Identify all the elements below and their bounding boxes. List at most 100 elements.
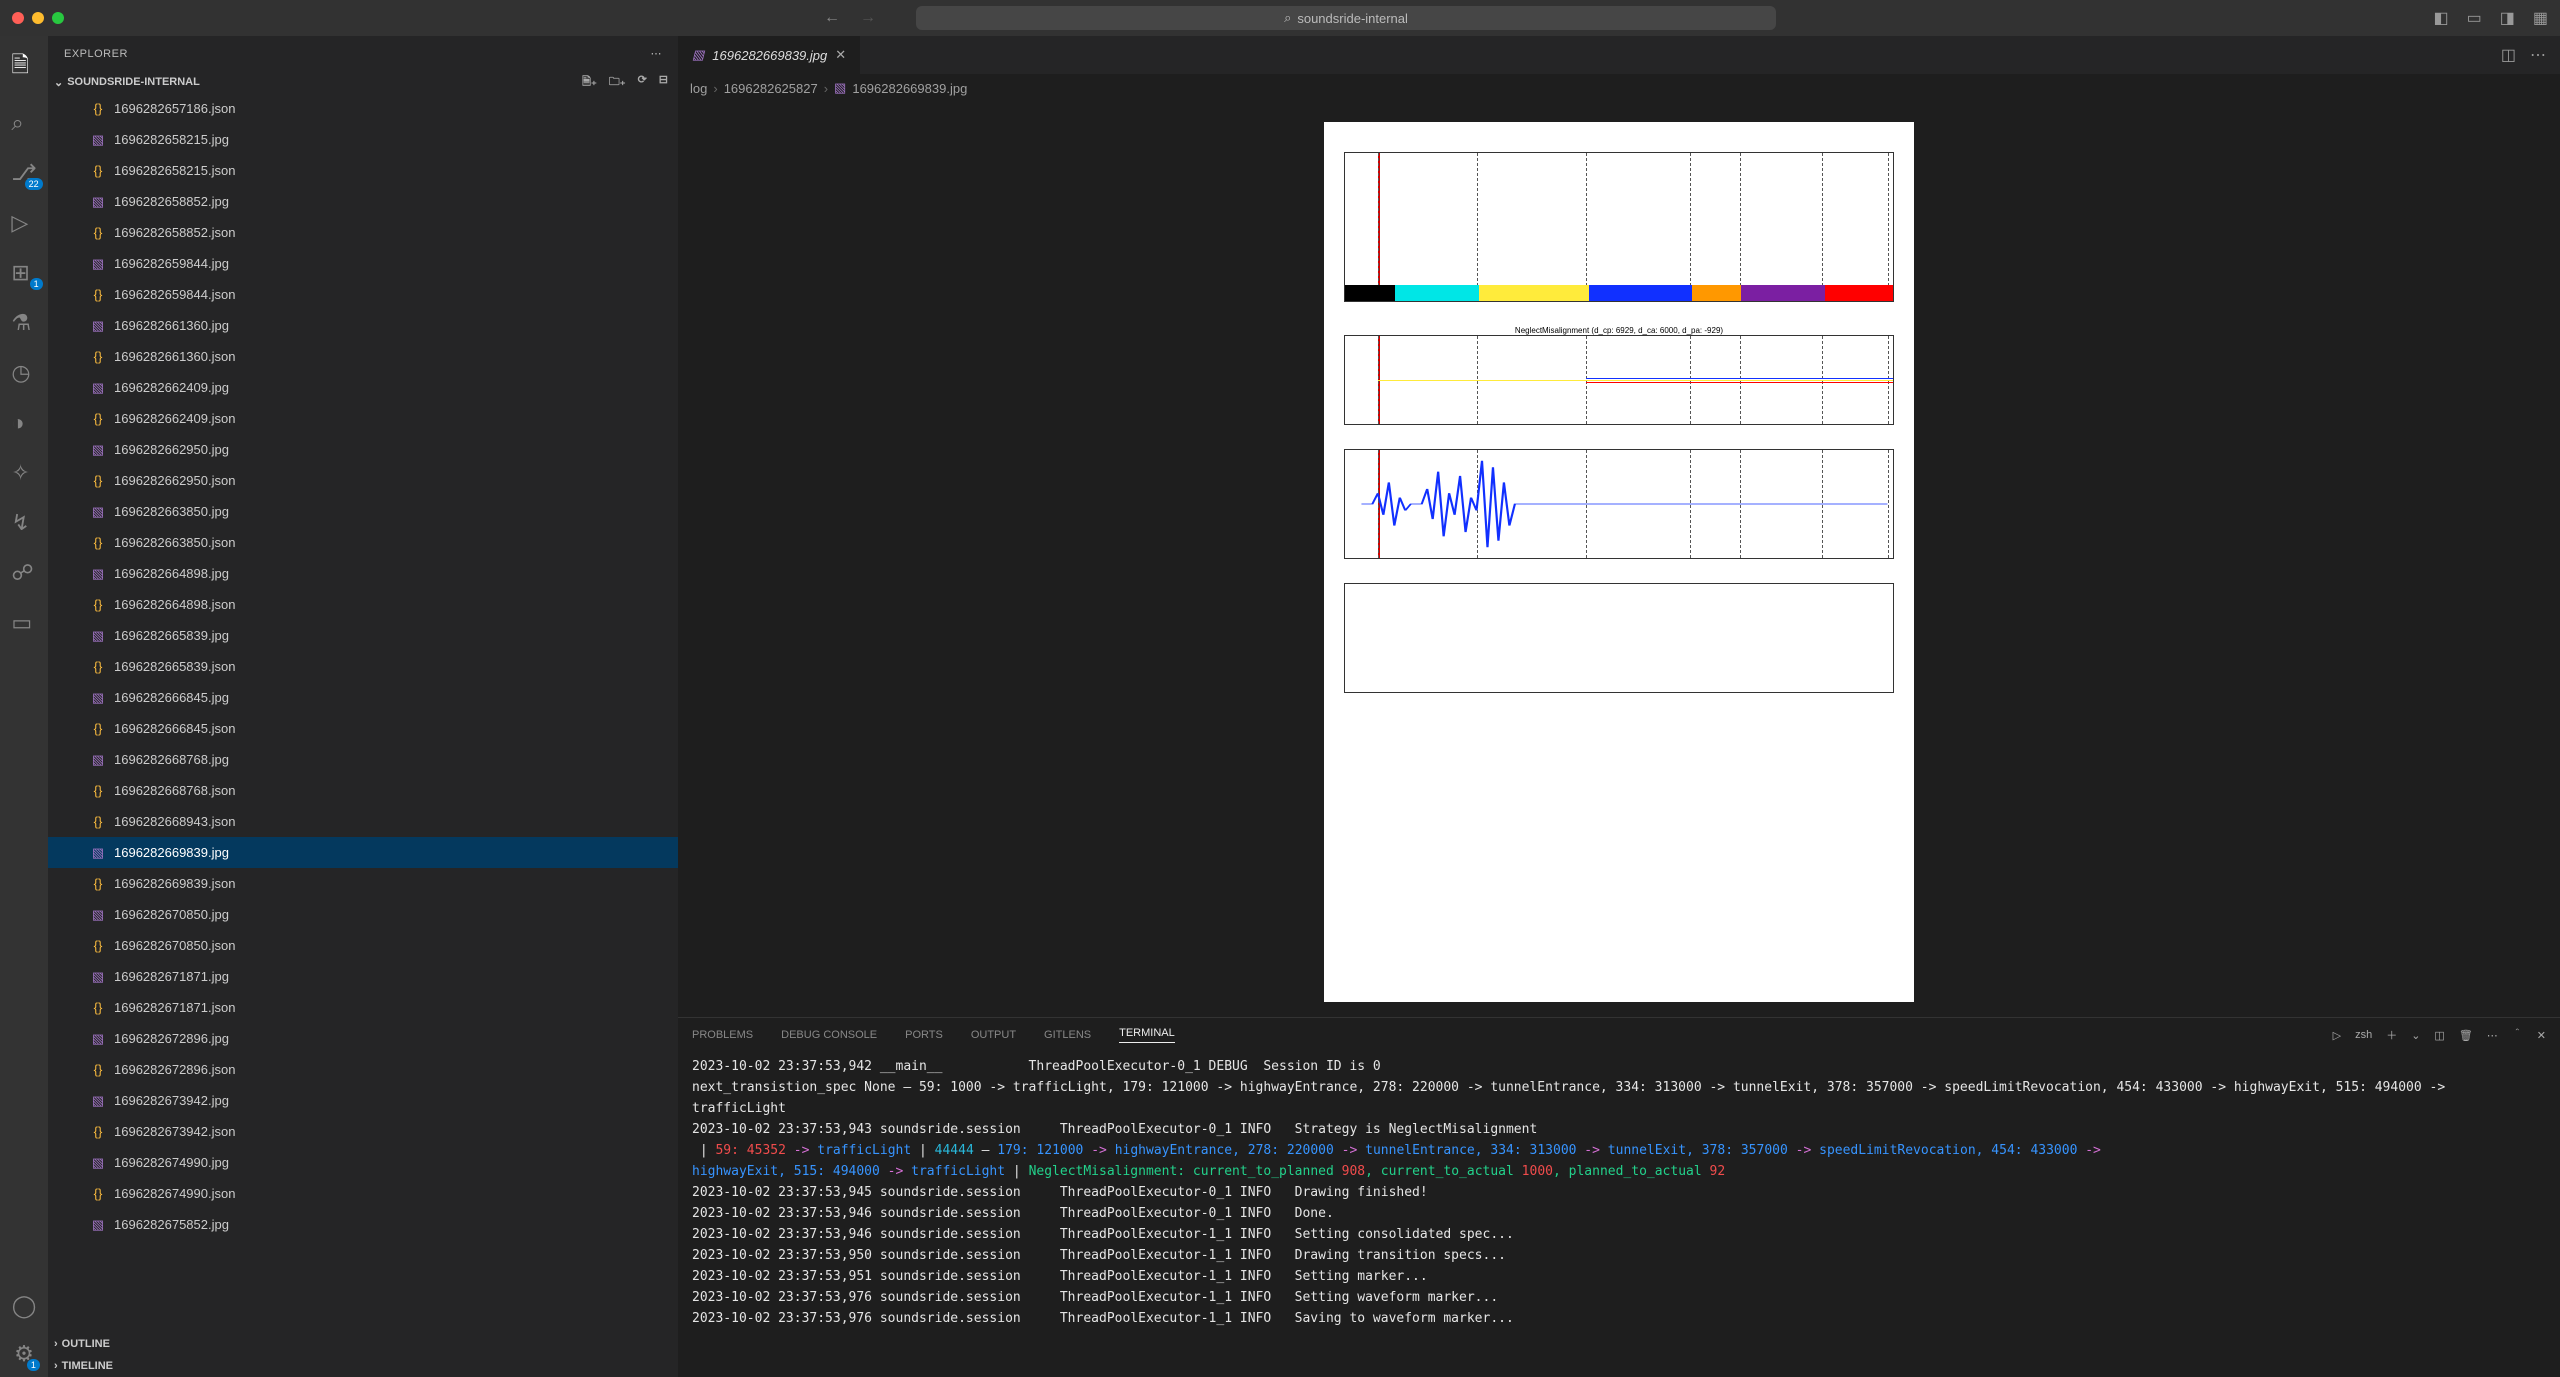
file-item[interactable]: {}1696282673942.json xyxy=(48,1116,678,1147)
file-item[interactable]: ▧1696282662950.jpg xyxy=(48,434,678,465)
panel-tab-output[interactable]: OUTPUT xyxy=(971,1029,1016,1041)
copilot-icon[interactable]: ↯ xyxy=(11,510,36,536)
file-item[interactable]: ▧1696282663850.jpg xyxy=(48,496,678,527)
collapse-all-icon[interactable]: ⊟ xyxy=(659,73,668,92)
file-item[interactable]: ▧1696282661360.jpg xyxy=(48,310,678,341)
comment-icon[interactable]: ▭ xyxy=(11,610,36,636)
outline-section[interactable]: › OUTLINE xyxy=(48,1333,678,1355)
file-item[interactable]: ▧1696282658215.jpg xyxy=(48,124,678,155)
new-file-icon[interactable]: 🗎₊ xyxy=(582,73,597,92)
file-item[interactable]: {}1696282664898.json xyxy=(48,589,678,620)
file-item[interactable]: {}1696282662409.json xyxy=(48,403,678,434)
file-item[interactable]: {}1696282663850.json xyxy=(48,527,678,558)
panel-tab-ports[interactable]: PORTS xyxy=(905,1029,943,1041)
file-item[interactable]: ▧ 1696282662409.jpg xyxy=(48,372,678,403)
file-item[interactable]: ▧1696282669839.jpg xyxy=(48,837,678,868)
file-item[interactable]: {}1696282670850.json xyxy=(48,930,678,961)
project-section-header[interactable]: ⌄ SOUNDSRIDE-INTERNAL 🗎₊ 🗀₊ ⟳ ⊟ xyxy=(48,71,678,93)
panel-tab-debug-console[interactable]: DEBUG CONSOLE xyxy=(781,1029,877,1041)
panel-tab-gitlens[interactable]: GITLENS xyxy=(1044,1029,1091,1041)
kill-terminal-icon[interactable]: 🗑 xyxy=(2459,1029,2473,1042)
chart-2-title: NeglectMisalignment (d_cp: 6929, d_ca: 6… xyxy=(1344,326,1894,335)
file-item[interactable]: ▧1696282675852.jpg xyxy=(48,1209,678,1240)
file-item[interactable]: ▧1696282666845.jpg xyxy=(48,682,678,713)
image-preview[interactable]: NeglectMisalignment (d_cp: 6929, d_ca: 6… xyxy=(678,102,2560,1017)
tab-open-file[interactable]: ▧ 1696282669839.jpg ✕ xyxy=(678,36,860,74)
file-item[interactable]: ▧1696282671871.jpg xyxy=(48,961,678,992)
chart-panel-4 xyxy=(1344,583,1894,693)
file-tree[interactable]: {}1696282657186.json▧1696282658215.jpg{}… xyxy=(48,93,678,1333)
live-share-icon[interactable]: ◑ xyxy=(11,410,36,436)
breadcrumb-part[interactable]: 1696282625827 xyxy=(724,81,818,96)
zoom-window[interactable] xyxy=(52,12,64,24)
sidebar-more-icon[interactable]: ⋯ xyxy=(651,47,663,60)
file-item[interactable]: {}1696282662950.json xyxy=(48,465,678,496)
layout-primary-icon[interactable]: ◧ xyxy=(2434,8,2449,28)
nav-forward-icon[interactable]: → xyxy=(860,9,876,27)
nav-back-icon[interactable]: ← xyxy=(824,9,840,27)
file-item[interactable]: {}1696282659844.json xyxy=(48,279,678,310)
file-item[interactable]: {}1696282668943.json xyxy=(48,806,678,837)
breadcrumb-part[interactable]: log xyxy=(690,81,707,96)
file-item[interactable]: ▧1696282670850.jpg xyxy=(48,899,678,930)
breadcrumb[interactable]: log › 1696282625827 › ▧ 1696282669839.jp… xyxy=(678,74,2560,102)
file-item[interactable]: {}1696282672896.json xyxy=(48,1054,678,1085)
file-item[interactable]: ▧1696282665839.jpg xyxy=(48,620,678,651)
more-actions-icon[interactable]: ⋯ xyxy=(2530,45,2546,65)
shell-label[interactable]: zsh xyxy=(2355,1029,2372,1041)
file-item[interactable]: ▧1696282668768.jpg xyxy=(48,744,678,775)
layout-panel-icon[interactable]: ▭ xyxy=(2467,8,2482,28)
testing-icon[interactable]: ⚗ xyxy=(11,310,36,336)
file-item[interactable]: {}1696282674990.json xyxy=(48,1178,678,1209)
panel-tab-terminal[interactable]: TERMINAL xyxy=(1119,1027,1175,1043)
refresh-icon[interactable]: ⟳ xyxy=(638,73,647,92)
source-control-icon[interactable]: ⎇22 xyxy=(11,160,36,186)
file-item[interactable]: {}1696282668768.json xyxy=(48,775,678,806)
breadcrumb-part[interactable]: 1696282669839.jpg xyxy=(852,81,967,96)
file-item[interactable]: ▧1696282672896.jpg xyxy=(48,1023,678,1054)
file-item[interactable]: ▧1696282673942.jpg xyxy=(48,1085,678,1116)
terminal-output[interactable]: 2023-10-02 23:37:53,942 __main__ ThreadP… xyxy=(678,1052,2560,1377)
maximize-panel-icon[interactable]: ＾ xyxy=(2512,1027,2523,1043)
terminal-launch-icon[interactable]: ▷ xyxy=(2333,1029,2341,1042)
split-terminal-icon[interactable]: ◫ xyxy=(2434,1029,2444,1042)
settings-icon[interactable]: ⚙1 xyxy=(14,1341,34,1367)
file-item[interactable]: ▧1696282659844.jpg xyxy=(48,248,678,279)
close-tab-icon[interactable]: ✕ xyxy=(835,47,846,63)
file-item[interactable]: {}1696282669839.json xyxy=(48,868,678,899)
minimize-window[interactable] xyxy=(32,12,44,24)
close-panel-icon[interactable]: ✕ xyxy=(2537,1029,2546,1042)
robot-icon[interactable]: ☍ xyxy=(11,560,36,586)
split-editor-icon[interactable]: ◫ xyxy=(2501,45,2516,65)
file-item[interactable]: ▧1696282674990.jpg xyxy=(48,1147,678,1178)
files-icon[interactable]: 🗎 xyxy=(11,48,36,86)
customize-layout-icon[interactable]: ▦ xyxy=(2533,8,2548,28)
search-icon[interactable]: ⌕ xyxy=(11,110,36,136)
extensions-icon[interactable]: ⊞1 xyxy=(11,260,36,286)
file-item[interactable]: {}1696282658215.json xyxy=(48,155,678,186)
file-item[interactable]: {}1696282657186.json xyxy=(48,93,678,124)
command-center-search[interactable]: ⌕ soundsride-internal xyxy=(916,6,1776,30)
split-dropdown-icon[interactable]: ⌄ xyxy=(2411,1029,2420,1042)
close-window[interactable] xyxy=(12,12,24,24)
file-item[interactable]: {}1696282665839.json xyxy=(48,651,678,682)
run-debug-icon[interactable]: ▷ xyxy=(11,210,36,236)
timeline-section[interactable]: › TIMELINE xyxy=(48,1355,678,1377)
file-item[interactable]: ▧1696282658852.jpg xyxy=(48,186,678,217)
new-folder-icon[interactable]: 🗀₊ xyxy=(609,73,626,92)
new-terminal-icon[interactable]: ＋ xyxy=(2386,1027,2397,1043)
file-item[interactable]: {}1696282661360.json xyxy=(48,341,678,372)
file-name: 1696282673942.jpg xyxy=(114,1093,229,1108)
panel-tab-problems[interactable]: PROBLEMS xyxy=(692,1029,753,1041)
chat-icon[interactable]: ✧ xyxy=(11,460,36,486)
file-item[interactable]: {}1696282666845.json xyxy=(48,713,678,744)
file-item[interactable]: ▧1696282664898.jpg xyxy=(48,558,678,589)
file-item[interactable]: {}1696282658852.json xyxy=(48,217,678,248)
jpg-icon: ▧ xyxy=(90,380,106,396)
panel-more-icon[interactable]: ⋯ xyxy=(2487,1029,2498,1042)
accounts-icon[interactable]: ◯ xyxy=(12,1293,37,1319)
file-item[interactable]: {}1696282671871.json xyxy=(48,992,678,1023)
file-name: 1696282662409.jpg xyxy=(114,380,229,395)
remotes-icon[interactable]: ◷ xyxy=(11,360,36,386)
layout-secondary-icon[interactable]: ◨ xyxy=(2500,8,2515,28)
